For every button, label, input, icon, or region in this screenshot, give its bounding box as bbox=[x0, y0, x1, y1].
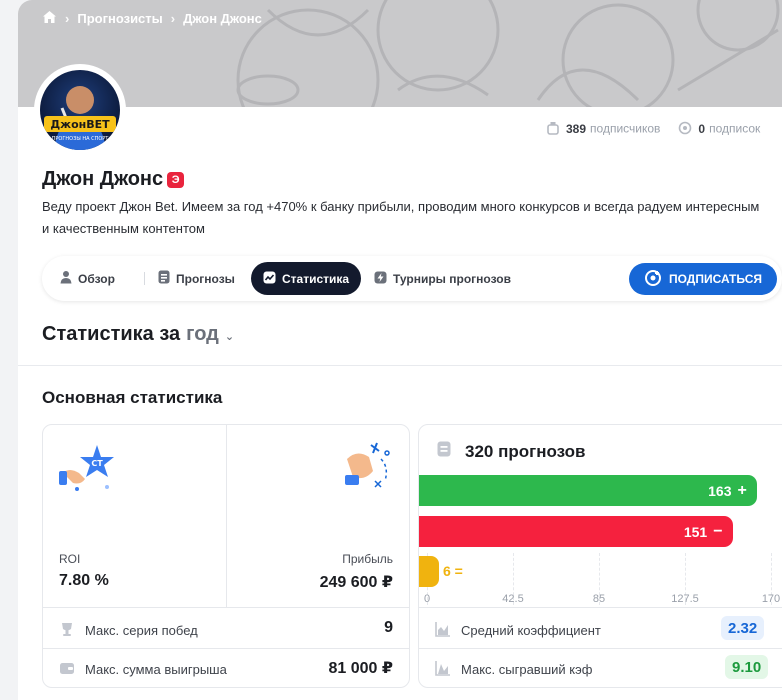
profit-hand-icon bbox=[337, 441, 395, 498]
profile-name-text: Джон Джонс bbox=[42, 168, 164, 190]
tab-statistics-label: Статистика bbox=[282, 271, 350, 286]
list-icon bbox=[158, 270, 170, 287]
tab-divider bbox=[144, 272, 145, 285]
ties-bar-value: 6 = bbox=[443, 563, 463, 579]
win-streak-label: Макс. серия побед bbox=[85, 623, 198, 638]
divider bbox=[226, 425, 227, 607]
chart-x-tick: 42.5 bbox=[502, 593, 524, 605]
chevron-down-icon[interactable]: ⌄ bbox=[225, 330, 234, 343]
forecasts-count-title: 320 прогнозов bbox=[465, 441, 586, 461]
max-coef-row: Макс. сыгравший кэф bbox=[435, 660, 592, 679]
divider bbox=[43, 607, 409, 608]
chart-x-tick: 127.5 bbox=[671, 593, 699, 605]
wins-bar: 163 + bbox=[419, 475, 757, 506]
max-win-row: Макс. сумма выигрыша bbox=[59, 660, 227, 679]
svg-text:СТ: СТ bbox=[91, 459, 103, 468]
profile-counters: 389 подписчиков 0 подписок bbox=[546, 121, 760, 138]
avg-coef-label: Средний коэффициент bbox=[461, 623, 601, 638]
tab-forecasts-label: Прогнозы bbox=[176, 271, 235, 286]
chevron-right-icon: › bbox=[65, 11, 70, 26]
lightning-icon bbox=[374, 271, 387, 287]
divider bbox=[419, 607, 782, 608]
chart-x-tick: 0 bbox=[423, 593, 431, 605]
wins-bar-symbol: + bbox=[737, 481, 747, 499]
tab-overview[interactable]: Обзор bbox=[48, 262, 127, 295]
max-win-value: 81 000 ₽ bbox=[328, 660, 393, 677]
avatar: ДжонBET ПРОГНОЗЫ НА СПОРТ bbox=[34, 64, 126, 156]
losses-bar-value: 151 bbox=[683, 523, 708, 540]
win-streak-row: Макс. серия побед bbox=[59, 621, 198, 640]
wins-bar-value: 163 bbox=[708, 482, 732, 499]
chevron-right-icon: › bbox=[170, 11, 176, 26]
svg-text:ДжонBET: ДжонBET bbox=[50, 118, 110, 131]
tab-statistics[interactable]: Статистика bbox=[251, 262, 362, 295]
expert-badge: Э bbox=[167, 171, 185, 188]
max-coef-label: Макс. сыгравший кэф bbox=[461, 662, 593, 677]
profile-card: › Прогнозисты › Джон Джонс ДжонBET ПРОГН… bbox=[18, 0, 782, 700]
profile-description: Веду проект Джон Bet. Имеем за год +470%… bbox=[42, 199, 760, 236]
avatar-image: ДжонBET ПРОГНОЗЫ НА СПОРТ bbox=[40, 70, 120, 150]
subscribers-icon bbox=[546, 121, 560, 138]
main-stats-panel: СТ ROI 7.80 % Прибыль 249 600 ₽ Макс. се… bbox=[42, 424, 410, 688]
main-stats-title: Основная статистика bbox=[42, 388, 223, 407]
chart-icon bbox=[263, 271, 276, 287]
losses-bar: 151− bbox=[419, 516, 733, 547]
tab-forecasts[interactable]: Прогнозы bbox=[146, 262, 247, 295]
subscribers-counter[interactable]: 389 подписчиков bbox=[546, 121, 660, 138]
section-divider bbox=[18, 365, 782, 366]
subscribe-button[interactable]: ПОДПИСАТЬСЯ bbox=[629, 263, 777, 295]
breadcrumb-item-current: Джон Джонс bbox=[183, 11, 262, 26]
add-subscribe-icon bbox=[644, 269, 662, 290]
user-icon bbox=[60, 270, 72, 287]
roi-value: 7.80 % bbox=[59, 572, 109, 589]
forecasts-panel: 320 прогнозов Средний коэффициент 2.32 М… bbox=[418, 424, 782, 688]
breadcrumb: › Прогнозисты › Джон Джонс bbox=[42, 10, 262, 27]
ties-bar bbox=[419, 556, 440, 587]
chart-x-tick: 170 bbox=[761, 593, 781, 605]
divider bbox=[419, 648, 782, 649]
losses-bar-symbol: − bbox=[713, 522, 723, 540]
max-win-label: Макс. сумма выигрыша bbox=[85, 662, 227, 677]
win-streak-value: 9 bbox=[384, 619, 393, 636]
profit-label: Прибыль bbox=[342, 552, 393, 566]
subscribe-button-label: ПОДПИСАТЬСЯ bbox=[669, 272, 762, 286]
area-chart-icon bbox=[435, 621, 451, 640]
forecasts-header: 320 прогнозов bbox=[437, 441, 586, 462]
avg-coef-value: 2.32 bbox=[721, 616, 765, 640]
roi-star-hand-icon: СТ bbox=[59, 443, 119, 500]
svg-text:ПРОГНОЗЫ НА СПОРТ: ПРОГНОЗЫ НА СПОРТ bbox=[52, 136, 110, 142]
tab-tournaments[interactable]: Турниры прогнозов bbox=[362, 262, 523, 295]
trophy-icon bbox=[59, 621, 75, 640]
subscriptions-counter[interactable]: 0 подписок bbox=[678, 121, 760, 138]
period-selector: Статистика за год ⌄ bbox=[42, 323, 234, 346]
profile-name: Джон Джонс Э bbox=[42, 168, 185, 191]
target-icon bbox=[678, 121, 692, 138]
avg-coef-row: Средний коэффициент bbox=[435, 621, 601, 640]
chart-peak-icon bbox=[435, 660, 451, 679]
max-coef-value: 9.10 bbox=[725, 655, 769, 679]
profit-value: 249 600 ₽ bbox=[319, 574, 393, 591]
tab-overview-label: Обзор bbox=[78, 271, 115, 286]
roi-label: ROI bbox=[59, 552, 81, 566]
home-icon[interactable] bbox=[42, 10, 57, 27]
wallet-icon bbox=[59, 660, 75, 679]
period-title: Статистика за bbox=[42, 323, 181, 345]
breadcrumb-item-forecasters[interactable]: Прогнозисты bbox=[77, 11, 162, 26]
list-icon bbox=[437, 441, 451, 462]
tab-tournaments-label: Турниры прогнозов bbox=[393, 271, 511, 286]
chart-x-tick: 85 bbox=[592, 593, 606, 605]
period-dropdown[interactable]: год bbox=[186, 323, 219, 346]
divider bbox=[43, 648, 409, 649]
